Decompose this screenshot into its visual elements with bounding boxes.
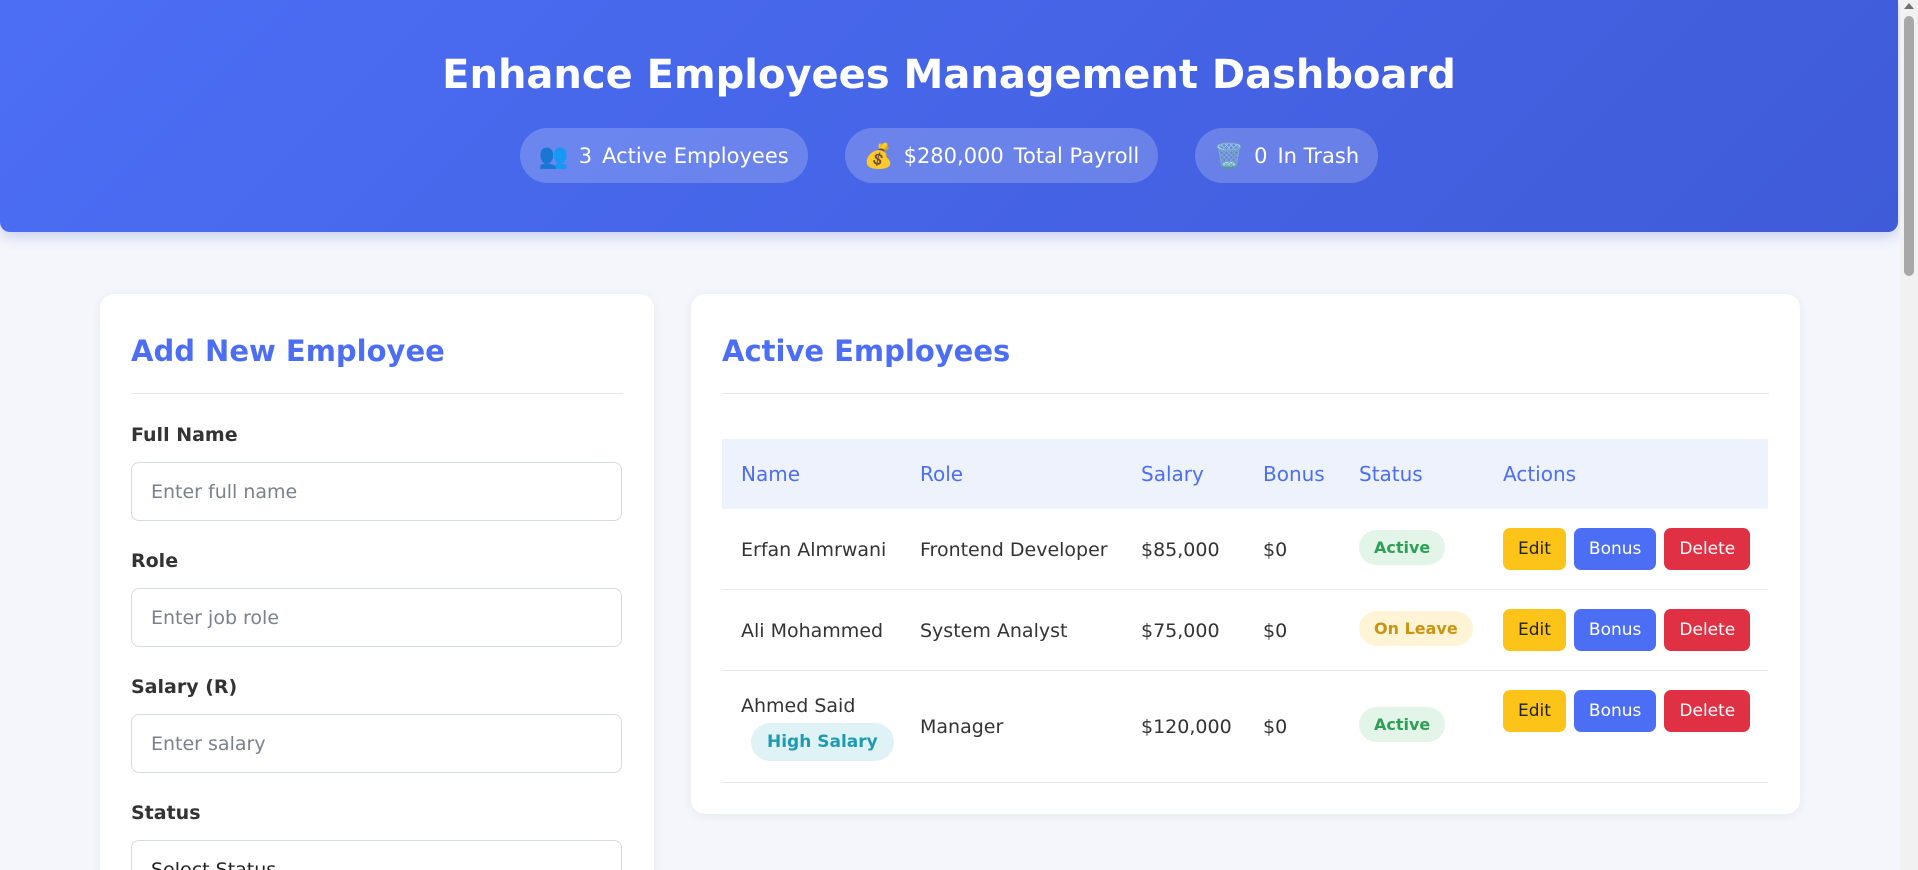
bonus-button[interactable]: Bonus xyxy=(1573,609,1657,651)
delete-button[interactable]: Delete xyxy=(1664,690,1751,732)
stat-value: 0 xyxy=(1254,143,1268,168)
employee-bonus: $0 xyxy=(1263,620,1288,642)
stats-bar: 👥 3 Active Employees 💰 $280,000 Total Pa… xyxy=(0,128,1898,183)
status-badge: Active xyxy=(1359,707,1446,742)
role-input[interactable] xyxy=(131,588,622,647)
full-name-label: Full Name xyxy=(131,424,238,446)
header-salary: Salary xyxy=(1141,462,1204,486)
role-label: Role xyxy=(131,550,179,572)
employee-salary: $75,000 xyxy=(1141,620,1220,642)
form-title: Add New Employee xyxy=(131,334,445,368)
status-badge: Active xyxy=(1359,530,1446,565)
employee-role: System Analyst xyxy=(920,620,1068,642)
salary-label: Salary (R) xyxy=(131,676,238,698)
employee-role: Frontend Developer xyxy=(920,539,1108,561)
table-title: Active Employees xyxy=(722,334,1011,368)
status-select-value: Select Status xyxy=(151,858,277,870)
employee-name: Ahmed Said xyxy=(741,695,856,717)
header-bonus: Bonus xyxy=(1263,462,1325,486)
scroll-up-icon[interactable] xyxy=(1904,3,1914,9)
edit-button[interactable]: Edit xyxy=(1503,609,1566,651)
employee-name: Ali Mohammed xyxy=(741,620,884,642)
money-bag-icon: 💰 xyxy=(863,141,894,170)
dashboard-header: Enhance Employees Management Dashboard 👥… xyxy=(0,0,1898,232)
table-row: Ahmed Said High Salary Manager $120,000 … xyxy=(722,671,1768,783)
row-actions: Edit Bonus Delete xyxy=(1503,690,1758,732)
add-employee-card: Add New Employee Full Name Role Salary (… xyxy=(100,294,654,870)
employee-bonus: $0 xyxy=(1263,539,1288,561)
stat-value: 3 xyxy=(578,143,593,168)
table-header: Name Role Salary Bonus Status Actions xyxy=(722,439,1768,509)
table-row: Ali Mohammed System Analyst $75,000 $0 O… xyxy=(722,590,1768,671)
delete-button[interactable]: Delete xyxy=(1664,528,1751,570)
status-label: Status xyxy=(131,802,201,824)
employee-salary: $120,000 xyxy=(1141,716,1232,738)
edit-button[interactable]: Edit xyxy=(1503,528,1566,570)
edit-button[interactable]: Edit xyxy=(1503,690,1566,732)
employees-table: Name Role Salary Bonus Status Actions Er… xyxy=(722,439,1768,783)
page-title: Enhance Employees Management Dashboard xyxy=(442,52,1456,98)
delete-button[interactable]: Delete xyxy=(1664,609,1751,651)
trash-icon: 🗑️ xyxy=(1214,141,1245,170)
row-actions: Edit Bonus Delete xyxy=(1503,528,1758,570)
header-name: Name xyxy=(741,462,801,486)
page-scrollbar[interactable] xyxy=(1900,0,1918,870)
header-status: Status xyxy=(1359,462,1423,486)
employee-role: Manager xyxy=(920,716,1004,738)
stat-label: Total Payroll xyxy=(1013,143,1140,168)
full-name-input[interactable] xyxy=(131,462,622,521)
divider xyxy=(131,393,623,394)
chevron-down-icon: ⌄ xyxy=(586,858,602,870)
stat-active-employees: 👥 3 Active Employees xyxy=(519,128,808,183)
employee-salary: $85,000 xyxy=(1141,539,1220,561)
employee-name: Erfan Almrwani xyxy=(741,539,887,561)
table-row: Erfan Almrwani Frontend Developer $85,00… xyxy=(722,509,1768,590)
stat-value: $280,000 xyxy=(903,143,1004,168)
status-select[interactable]: Select Status ⌄ xyxy=(131,840,622,870)
stat-total-payroll: 💰 $280,000 Total Payroll xyxy=(844,128,1159,183)
stat-in-trash: 🗑️ 0 In Trash xyxy=(1195,128,1379,183)
row-actions: Edit Bonus Delete xyxy=(1503,609,1758,651)
divider xyxy=(722,393,1769,394)
bonus-button[interactable]: Bonus xyxy=(1573,690,1657,732)
header-actions: Actions xyxy=(1503,462,1577,486)
stat-label: In Trash xyxy=(1277,143,1360,168)
bonus-button[interactable]: Bonus xyxy=(1573,528,1657,570)
employee-bonus: $0 xyxy=(1263,716,1288,738)
status-badge: On Leave xyxy=(1359,611,1473,646)
scrollbar-thumb[interactable] xyxy=(1904,16,1914,276)
high-salary-tag: High Salary xyxy=(751,723,894,761)
stat-label: Active Employees xyxy=(602,143,789,168)
salary-input[interactable] xyxy=(131,714,622,773)
active-employees-card: Active Employees Name Role Salary Bonus … xyxy=(691,294,1800,814)
page: Enhance Employees Management Dashboard 👥… xyxy=(0,0,1918,870)
people-icon: 👥 xyxy=(538,141,569,170)
header-role: Role xyxy=(920,462,964,486)
